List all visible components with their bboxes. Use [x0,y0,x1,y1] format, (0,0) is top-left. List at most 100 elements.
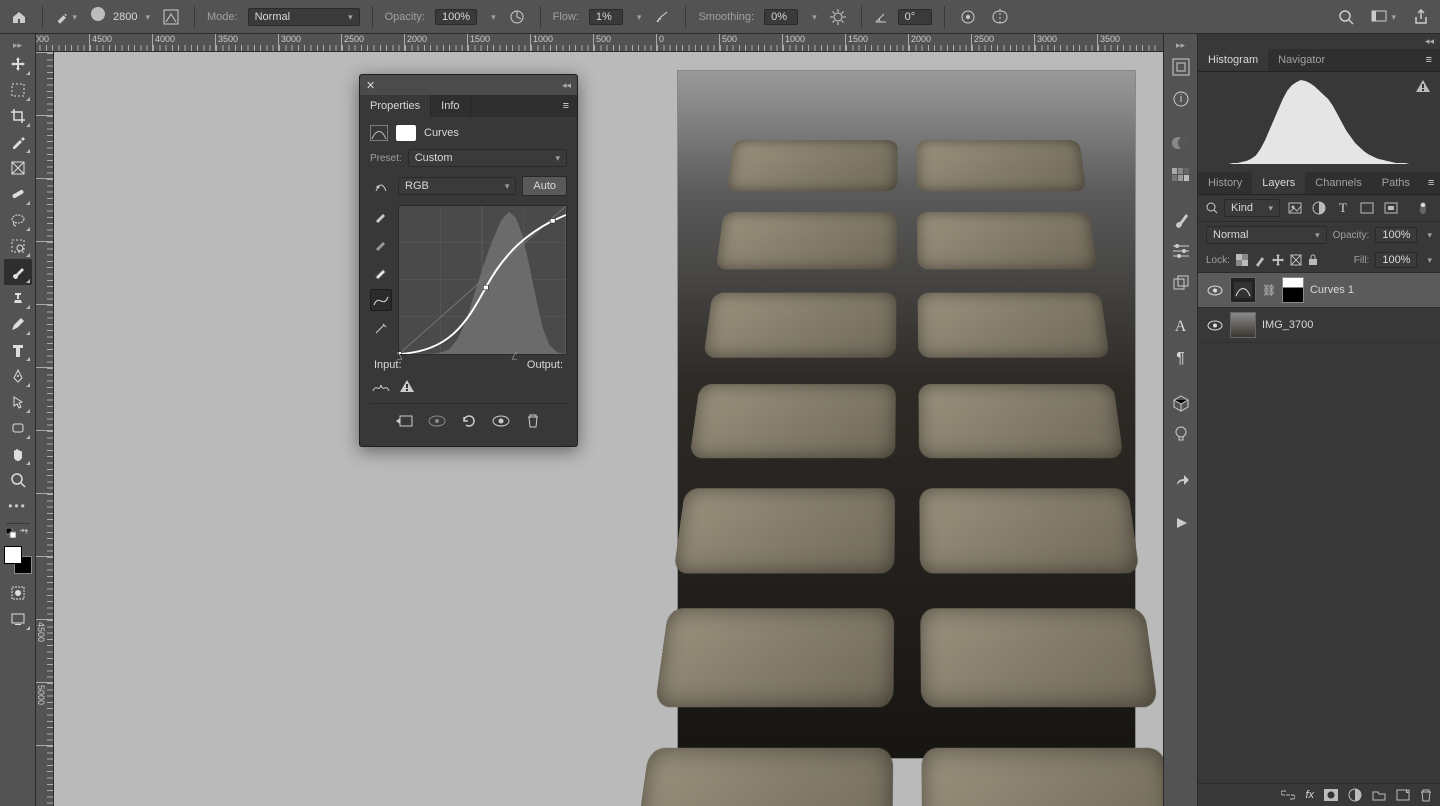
dock-slot-actions[interactable] [1168,465,1194,493]
tab-info[interactable]: Info [431,95,470,117]
layer-thumb[interactable] [1230,312,1256,338]
delete-layer-icon[interactable] [1420,789,1432,802]
fx-icon[interactable]: fx [1305,789,1314,801]
dock-slot-brushes[interactable] [1168,205,1194,233]
adjustment-thumb[interactable] [1230,277,1256,303]
brush-tool[interactable] [4,259,32,285]
close-panel-icon[interactable]: ✕ [366,79,375,92]
right-collapse-icon[interactable]: ◂◂ [1419,34,1440,49]
frame-tool[interactable] [4,155,32,181]
lock-transparent-icon[interactable] [1236,254,1248,266]
visibility-toggle-icon[interactable] [1206,320,1224,331]
layer-row-curves[interactable]: ⛓ Curves 1 [1198,273,1440,308]
selection-tool[interactable] [4,233,32,259]
lasso-tool[interactable] [4,207,32,233]
filter-smart-icon[interactable] [1382,199,1400,217]
screen-mode-tool[interactable] [4,606,32,632]
clone-stamp-tool[interactable] [4,285,32,311]
dock-slot-color[interactable] [1168,129,1194,157]
lock-image-icon[interactable] [1254,253,1266,267]
symmetry-icon[interactable] [989,6,1011,28]
flow-value[interactable]: 1% [589,9,623,25]
filter-search-icon[interactable] [1206,202,1218,214]
collapse-panel-icon[interactable]: ◂◂ [562,80,571,91]
type-tool[interactable] [4,337,32,363]
angle-value[interactable]: 0° [898,9,932,25]
layer-name[interactable]: Curves 1 [1310,284,1354,296]
panel-menu-icon[interactable]: ≡ [555,95,577,117]
dock-slot-play[interactable] [1168,509,1194,537]
properties-panel[interactable]: ✕ ◂◂ Properties Info ≡ Curves Preset: Cu… [359,74,578,447]
tab-histogram[interactable]: Histogram [1198,49,1268,71]
filter-adjust-icon[interactable] [1310,199,1328,217]
toolbox-collapse-icon[interactable]: ▸▸ [13,40,22,51]
dock-slot-brush-settings[interactable] [1168,237,1194,265]
link-layers-icon[interactable] [1281,790,1295,800]
on-image-tool-icon[interactable] [370,175,392,197]
canvas-area[interactable] [54,52,1197,806]
rectangle-tool[interactable] [4,415,32,441]
hand-tool[interactable] [4,441,32,467]
tab-channels[interactable]: Channels [1305,172,1371,194]
filter-pixel-icon[interactable] [1286,199,1304,217]
dock-slot-paragraph[interactable]: ¶ [1168,345,1194,373]
move-tool[interactable] [4,51,32,77]
dock-slot-3d[interactable] [1168,389,1194,417]
healing-brush-tool[interactable] [4,181,32,207]
horizontal-ruler[interactable]: 5000450040003500300025002000150010005000… [36,34,1197,52]
dock-expand-icon[interactable]: ▸▸ [1176,40,1185,51]
eyedropper-tool[interactable] [4,129,32,155]
marquee-tool[interactable] [4,77,32,103]
zoom-tool[interactable] [4,467,32,493]
layer-opacity-slider-icon[interactable] [1423,229,1432,241]
airbrush-icon[interactable] [651,6,673,28]
cache-warning-icon[interactable] [1416,80,1430,92]
edit-points-icon[interactable] [370,289,392,311]
fill-value[interactable]: 100% [1375,252,1417,268]
dock-slot-1[interactable] [1168,53,1194,81]
filter-toggle-icon[interactable] [1414,199,1432,217]
quick-mask-icon[interactable] [4,580,32,606]
search-icon[interactable] [1335,6,1357,28]
document-image[interactable] [678,71,1135,758]
smoothing-slider-icon[interactable] [808,11,817,23]
dock-slot-lights[interactable] [1168,421,1194,449]
new-layer-icon[interactable] [1396,789,1410,801]
gray-point-eyedropper-icon[interactable] [370,233,392,255]
default-colors-icon[interactable] [6,528,16,538]
reset-icon[interactable] [458,410,480,432]
tab-properties[interactable]: Properties [360,95,431,117]
new-adjustment-icon[interactable] [1348,788,1362,802]
curves-graph[interactable] [398,205,567,355]
visibility-toggle-icon[interactable] [1206,285,1224,296]
draw-curve-icon[interactable] [370,317,392,339]
new-group-icon[interactable] [1372,789,1386,801]
smoothing-options-icon[interactable] [827,6,849,28]
lock-all-icon[interactable] [1308,254,1318,266]
size-pressure-icon[interactable] [957,6,979,28]
swap-colors-icon[interactable] [19,528,29,538]
black-point-eyedropper-icon[interactable] [370,205,392,227]
lock-position-icon[interactable] [1272,254,1284,266]
tab-history[interactable]: History [1198,172,1252,194]
blend-mode-dropdown[interactable]: Normal [248,8,360,26]
screen-mode-icon[interactable] [1371,10,1396,24]
layers-menu-icon[interactable]: ≡ [1420,172,1440,194]
dock-slot-swatches[interactable] [1168,161,1194,189]
layer-row-image[interactable]: IMG_3700 [1198,308,1440,343]
auto-button[interactable]: Auto [522,176,567,196]
color-swatches[interactable] [4,546,32,574]
histogram-menu-icon[interactable]: ≡ [1418,49,1440,71]
tool-preset-picker[interactable] [55,6,77,28]
delete-adjustment-icon[interactable] [522,410,544,432]
filter-kind-dropdown[interactable]: Kind [1224,199,1280,217]
dock-slot-clone[interactable] [1168,269,1194,297]
brush-preset-picker[interactable]: 2800 [87,6,150,28]
smoothing-value[interactable]: 0% [764,9,798,25]
white-point-eyedropper-icon[interactable] [370,261,392,283]
tab-navigator[interactable]: Navigator [1268,49,1335,71]
lock-artboard-icon[interactable] [1290,254,1302,266]
tab-paths[interactable]: Paths [1372,172,1420,194]
mask-thumb[interactable] [1282,277,1304,303]
layer-name[interactable]: IMG_3700 [1262,319,1313,331]
